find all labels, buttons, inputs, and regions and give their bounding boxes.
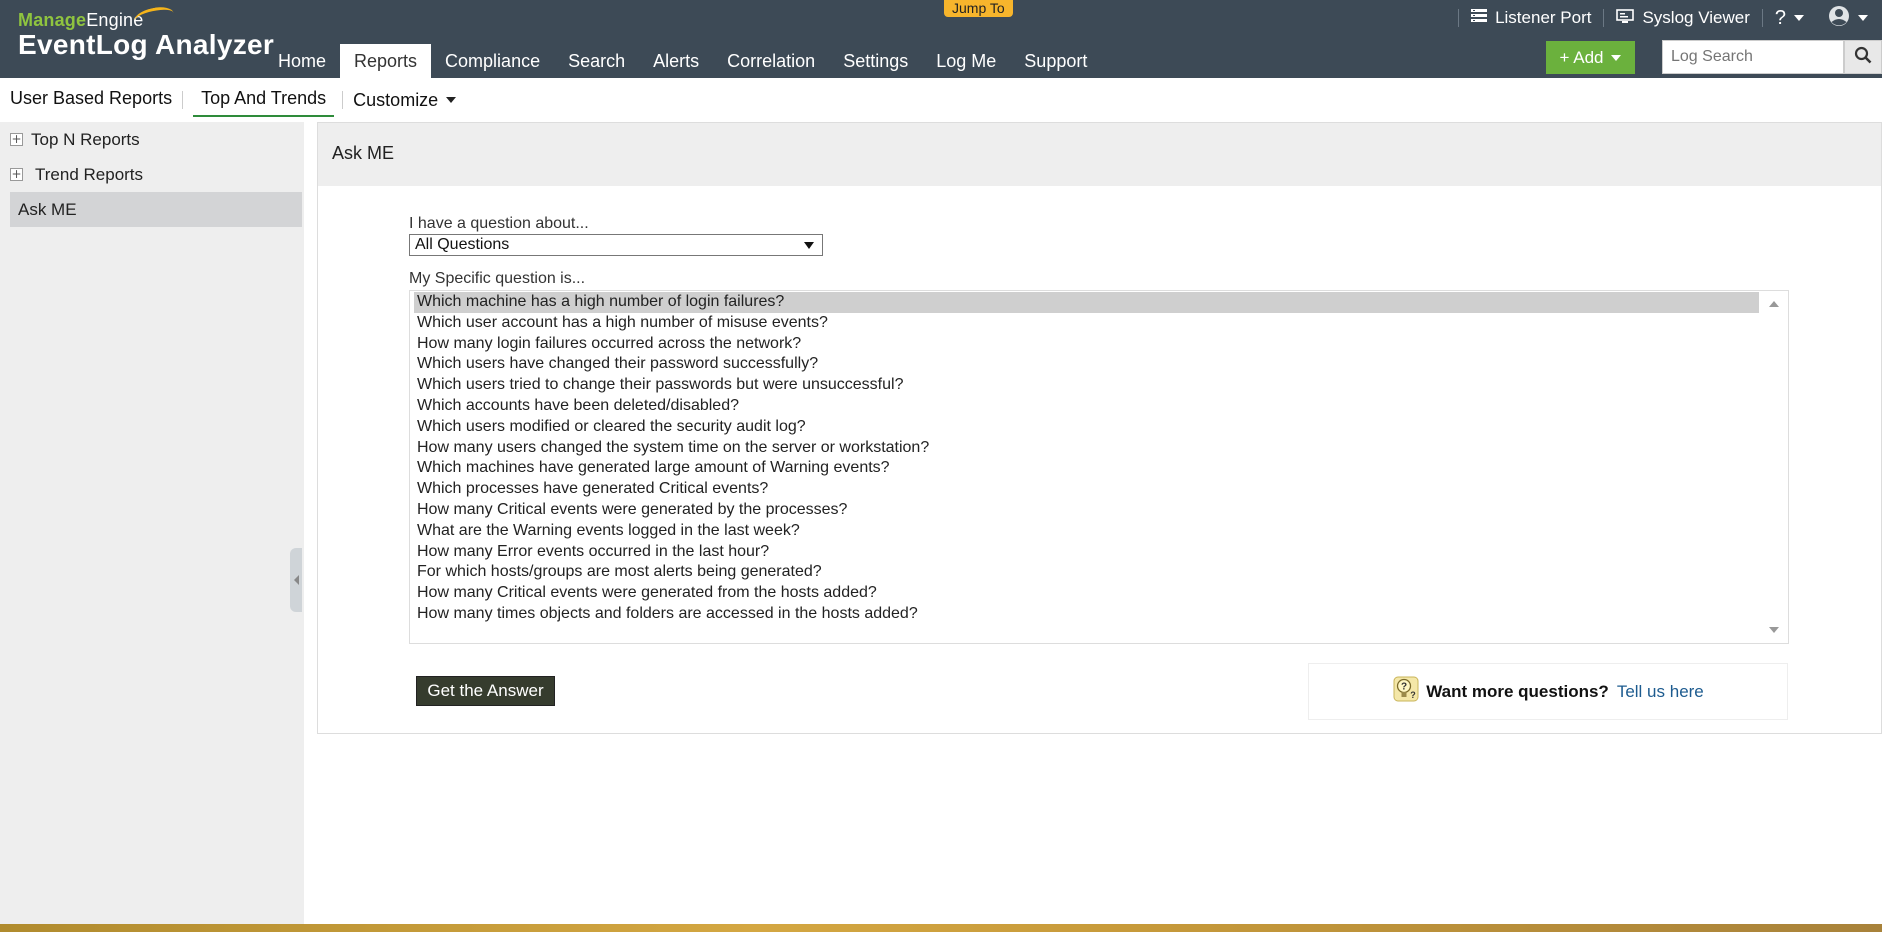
- help-menu[interactable]: ?: [1763, 0, 1816, 36]
- log-search-button[interactable]: [1844, 40, 1882, 74]
- want-more-questions-box: ?? Want more questions? Tell us here: [1308, 663, 1788, 720]
- chevron-down-icon: [1611, 54, 1622, 61]
- svg-text:?: ?: [1401, 682, 1407, 693]
- scroll-down-icon[interactable]: [1769, 627, 1779, 633]
- logo-product-name: EventLog Analyzer: [18, 29, 275, 60]
- sidebar-item-trend-reports[interactable]: + Trend Reports: [0, 157, 304, 192]
- listener-port-label: Listener Port: [1495, 8, 1592, 27]
- expand-icon[interactable]: +: [10, 168, 23, 181]
- nav-reports[interactable]: Reports: [340, 44, 432, 78]
- question-listbox[interactable]: Which machine has a high number of login…: [409, 290, 1789, 644]
- question-about-label: I have a question about...: [409, 215, 589, 232]
- ask-me-panel: Ask ME I have a question about... All Qu…: [317, 122, 1882, 734]
- list-item[interactable]: Which users tried to change their passwo…: [410, 375, 1788, 396]
- scroll-up-icon[interactable]: [1769, 301, 1779, 307]
- nav-log-me[interactable]: Log Me: [922, 44, 1010, 78]
- list-item[interactable]: Which user account has a high number of …: [410, 313, 1788, 334]
- help-icon: ?: [1774, 6, 1786, 29]
- sidebar-item-top-n-reports[interactable]: + Top N Reports: [0, 122, 304, 157]
- sidebar-item-label: Top N Reports: [31, 129, 140, 149]
- chevron-down-icon: [1794, 15, 1804, 21]
- chevron-down-icon: [1858, 15, 1868, 21]
- chevron-left-icon: [293, 575, 299, 585]
- sidebar-collapse-handle[interactable]: [290, 548, 302, 612]
- svg-text:?: ?: [1410, 690, 1416, 700]
- syslog-viewer-label: Syslog Viewer: [1642, 8, 1750, 27]
- left-sidebar: + Top N Reports + Trend Reports Ask ME: [0, 122, 304, 924]
- list-item[interactable]: How many login failures occurred across …: [410, 334, 1788, 355]
- get-answer-button[interactable]: Get the Answer: [416, 676, 555, 706]
- sidebar-item-label: Ask ME: [18, 199, 77, 219]
- main-nav: Home Reports Compliance Search Alerts Co…: [264, 44, 1101, 78]
- jump-to-button[interactable]: Jump To: [944, 0, 1013, 17]
- question-category-value: All Questions: [415, 236, 510, 253]
- lightbulb-question-icon: ??: [1392, 675, 1420, 708]
- taskbar-strip: [0, 924, 1882, 932]
- list-item[interactable]: How many users changed the system time o…: [410, 438, 1788, 459]
- user-menu[interactable]: [1816, 0, 1882, 36]
- list-item[interactable]: How many Critical events were generated …: [410, 500, 1788, 521]
- list-item[interactable]: How many Critical events were generated …: [410, 583, 1788, 604]
- dropdown-arrow-icon: [804, 242, 814, 249]
- list-item[interactable]: What are the Warning events logged in th…: [410, 521, 1788, 542]
- logo-brand-manage: Manage: [18, 10, 87, 30]
- list-item[interactable]: Which users have changed their password …: [410, 354, 1788, 375]
- nav-correlation[interactable]: Correlation: [713, 44, 829, 78]
- nav-home[interactable]: Home: [264, 44, 340, 78]
- nav-compliance[interactable]: Compliance: [431, 44, 554, 78]
- add-button[interactable]: + Add: [1546, 41, 1635, 74]
- magnifier-icon: [1854, 46, 1872, 69]
- nav-settings[interactable]: Settings: [829, 44, 922, 78]
- list-item[interactable]: Which machines have generated large amou…: [410, 458, 1788, 479]
- user-circle-icon: [1828, 5, 1850, 32]
- sidebar-item-ask-me[interactable]: Ask ME: [10, 192, 302, 227]
- list-item[interactable]: Which accounts have been deleted/disable…: [410, 396, 1788, 417]
- list-item[interactable]: Which users modified or cleared the secu…: [410, 417, 1788, 438]
- product-logo[interactable]: ManageEngine EventLog Analyzer: [18, 4, 275, 61]
- list-item[interactable]: How many times objects and folders are a…: [410, 604, 1788, 625]
- server-list-icon: [1471, 8, 1488, 28]
- sidebar-item-label: Trend Reports: [35, 164, 144, 184]
- report-subtabs: User Based Reports Top And Trends Custom…: [0, 78, 1882, 122]
- listener-port-link[interactable]: Listener Port: [1459, 0, 1603, 36]
- tab-customize[interactable]: Customize: [353, 83, 466, 117]
- want-more-questions-text: Want more questions?: [1426, 681, 1609, 701]
- specific-question-label: My Specific question is...: [409, 270, 586, 287]
- tab-customize-label: Customize: [353, 90, 439, 110]
- nav-alerts[interactable]: Alerts: [639, 44, 713, 78]
- nav-support[interactable]: Support: [1010, 44, 1101, 78]
- page-title: Ask ME: [318, 123, 1881, 186]
- question-category-select[interactable]: All Questions: [409, 234, 823, 256]
- tell-us-link[interactable]: Tell us here: [1617, 682, 1704, 702]
- add-button-label: + Add: [1559, 47, 1604, 67]
- list-item[interactable]: For which hosts/groups are most alerts b…: [410, 562, 1788, 583]
- chevron-down-icon: [446, 97, 457, 103]
- list-item[interactable]: Which machine has a high number of login…: [414, 292, 1759, 313]
- expand-icon[interactable]: +: [10, 133, 23, 146]
- list-item[interactable]: Which processes have generated Critical …: [410, 479, 1788, 500]
- log-search-input[interactable]: [1662, 40, 1844, 74]
- tab-top-and-trends[interactable]: Top And Trends: [193, 83, 335, 117]
- top-header: ManageEngine EventLog Analyzer Jump To H…: [0, 0, 1882, 78]
- nav-search[interactable]: Search: [554, 44, 639, 78]
- monitor-icon: [1616, 8, 1635, 28]
- top-right-toolbar: Listener Port Syslog Viewer ?: [1458, 0, 1882, 36]
- list-item[interactable]: How many Error events occurred in the la…: [410, 542, 1788, 563]
- syslog-viewer-link[interactable]: Syslog Viewer: [1604, 0, 1761, 36]
- tab-user-based-reports[interactable]: User Based Reports: [10, 83, 182, 117]
